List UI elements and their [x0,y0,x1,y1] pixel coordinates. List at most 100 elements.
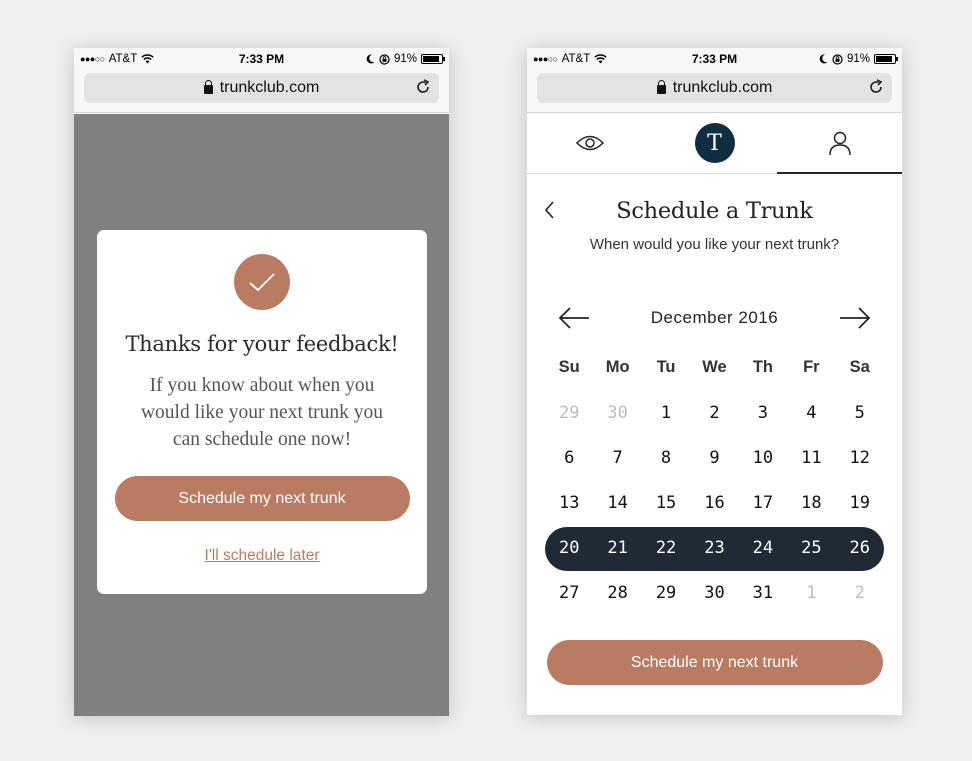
battery-percent: 91% [846,53,870,65]
calendar-day[interactable]: 3 [739,403,787,423]
calendar-day[interactable]: 30 [690,583,738,603]
browser-bar: trunkclub.com [527,70,902,113]
weekday-label: Th [752,358,773,376]
modal-title: Thanks for your feedback! [125,332,399,356]
calendar-day[interactable]: 22 [642,538,690,558]
tab-preview[interactable] [527,113,652,173]
reload-icon[interactable] [866,77,886,97]
tab-home[interactable]: T [652,113,777,173]
calendar-day[interactable]: 13 [545,493,593,513]
calendar-day[interactable]: 26 [836,538,884,558]
calendar-day[interactable]: 8 [642,448,690,468]
month-navigator: December 2016 [527,303,902,333]
battery-percent: 91% [393,53,417,65]
wifi-icon [594,54,607,64]
modal-backdrop[interactable]: Thanks for your feedback! If you know ab… [74,114,449,716]
trunkclub-logo: T [694,123,735,163]
battery-icon [874,54,898,64]
person-icon [828,131,851,155]
calendar-day[interactable]: 12 [836,448,884,468]
status-bar: ●●●○○ AT&T 7:33 PM 91% [74,48,449,70]
weekday-label: Su [558,358,580,376]
calendar-week-row[interactable]: 29 30 1 2 3 4 5 [545,390,884,435]
calendar-day[interactable]: 31 [739,583,787,603]
schedule-next-trunk-button[interactable]: Schedule my next trunk [114,476,410,521]
calendar-week-row[interactable]: 20 21 22 23 24 25 26 [545,525,884,571]
calendar-day[interactable]: 25 [787,538,835,558]
calendar-day[interactable]: 24 [739,538,787,558]
calendar-day[interactable]: 29 [642,583,690,603]
url-text: trunkclub.com [219,79,320,96]
calendar-day[interactable]: 14 [593,493,641,513]
battery-fill [876,56,893,62]
weekday-label: Fr [803,358,820,376]
checkmark-icon [234,254,290,310]
browser-bar: trunkclub.com [74,70,449,113]
carrier-label: AT&T [561,53,591,65]
moon-icon [366,54,375,64]
calendar-day[interactable]: 11 [787,448,835,468]
signal-dots-icon: ●●●○○ [533,54,558,64]
calendar-day[interactable]: 9 [690,448,738,468]
schedule-next-trunk-button[interactable]: Schedule my next trunk [546,640,883,685]
calendar-day[interactable]: 7 [593,448,641,468]
calendar-day[interactable]: 1 [787,583,835,603]
calendar-day[interactable]: 29 [545,403,593,423]
eye-icon [575,135,604,151]
calendar-grid: Su Mo Tu We Th Fr Sa 29 30 1 2 3 4 5 6 7 8 9 10 11 12 13 14 15… [545,345,884,615]
reload-icon[interactable] [413,77,433,97]
weekday-label: Sa [849,358,870,376]
calendar-day[interactable]: 16 [690,493,738,513]
calendar-week-row[interactable]: 6 7 8 9 10 11 12 [545,435,884,480]
signal-dots-icon: ●●●○○ [80,54,105,64]
next-month-arrow-icon[interactable] [839,306,871,330]
url-text: trunkclub.com [672,79,773,96]
calendar-day[interactable]: 21 [593,538,641,558]
prev-month-arrow-icon[interactable] [558,306,590,330]
schedule-later-link[interactable]: I'll schedule later [205,547,320,565]
calendar-day[interactable]: 28 [593,583,641,603]
weekday-label: Mo [605,358,630,376]
calendar-day[interactable]: 2 [836,583,884,603]
status-bar: ●●●○○ AT&T 7:33 PM 91% [527,48,902,70]
lock-icon [203,79,213,94]
calendar-day[interactable]: 27 [545,583,593,603]
page-title: Schedule a Trunk [616,198,813,224]
calendar-day[interactable]: 6 [545,448,593,468]
modal-body-text: If you know about when you would like yo… [140,375,384,450]
calendar-day[interactable]: 19 [836,493,884,513]
calendar-day[interactable]: 18 [787,493,835,513]
calendar-day[interactable]: 30 [593,403,641,423]
page-subtitle: When would you like your next trunk? [589,236,840,253]
calendar-day[interactable]: 20 [545,538,593,558]
weekday-label: We [702,358,727,376]
rotation-lock-icon [379,53,390,65]
calendar-day[interactable]: 10 [739,448,787,468]
weekday-header: Su Mo Tu We Th Fr Sa [545,345,884,390]
calendar-week-row[interactable]: 27 28 29 30 31 1 2 [545,570,884,615]
rotation-lock-icon [832,53,843,65]
wifi-icon [141,54,154,64]
calendar-day[interactable]: 5 [836,403,884,423]
calendar-day[interactable]: 17 [739,493,787,513]
phone-feedback-screen: ●●●○○ AT&T 7:33 PM 91% trunkclub.com Tha… [74,48,449,716]
calendar-day[interactable]: 4 [787,403,835,423]
phone-schedule-screen: ●●●○○ AT&T 7:33 PM 91% trunkclub.com T S… [527,48,902,715]
logo-text: T [707,130,722,156]
moon-icon [819,54,828,64]
carrier-label: AT&T [108,53,138,65]
back-chevron-icon[interactable] [543,200,557,220]
calendar-day[interactable]: 1 [642,403,690,423]
url-field[interactable]: trunkclub.com [537,73,892,103]
tab-account[interactable] [777,113,902,174]
calendar-week-row[interactable]: 13 14 15 16 17 18 19 [545,480,884,525]
battery-icon [421,54,445,64]
calendar-day[interactable]: 15 [642,493,690,513]
top-nav: T [527,113,902,174]
feedback-modal: Thanks for your feedback! If you know ab… [97,230,427,594]
calendar-day[interactable]: 23 [690,538,738,558]
battery-fill [423,56,440,62]
schedule-header: Schedule a Trunk [527,186,902,236]
url-field[interactable]: trunkclub.com [84,73,439,103]
calendar-day[interactable]: 2 [690,403,738,423]
